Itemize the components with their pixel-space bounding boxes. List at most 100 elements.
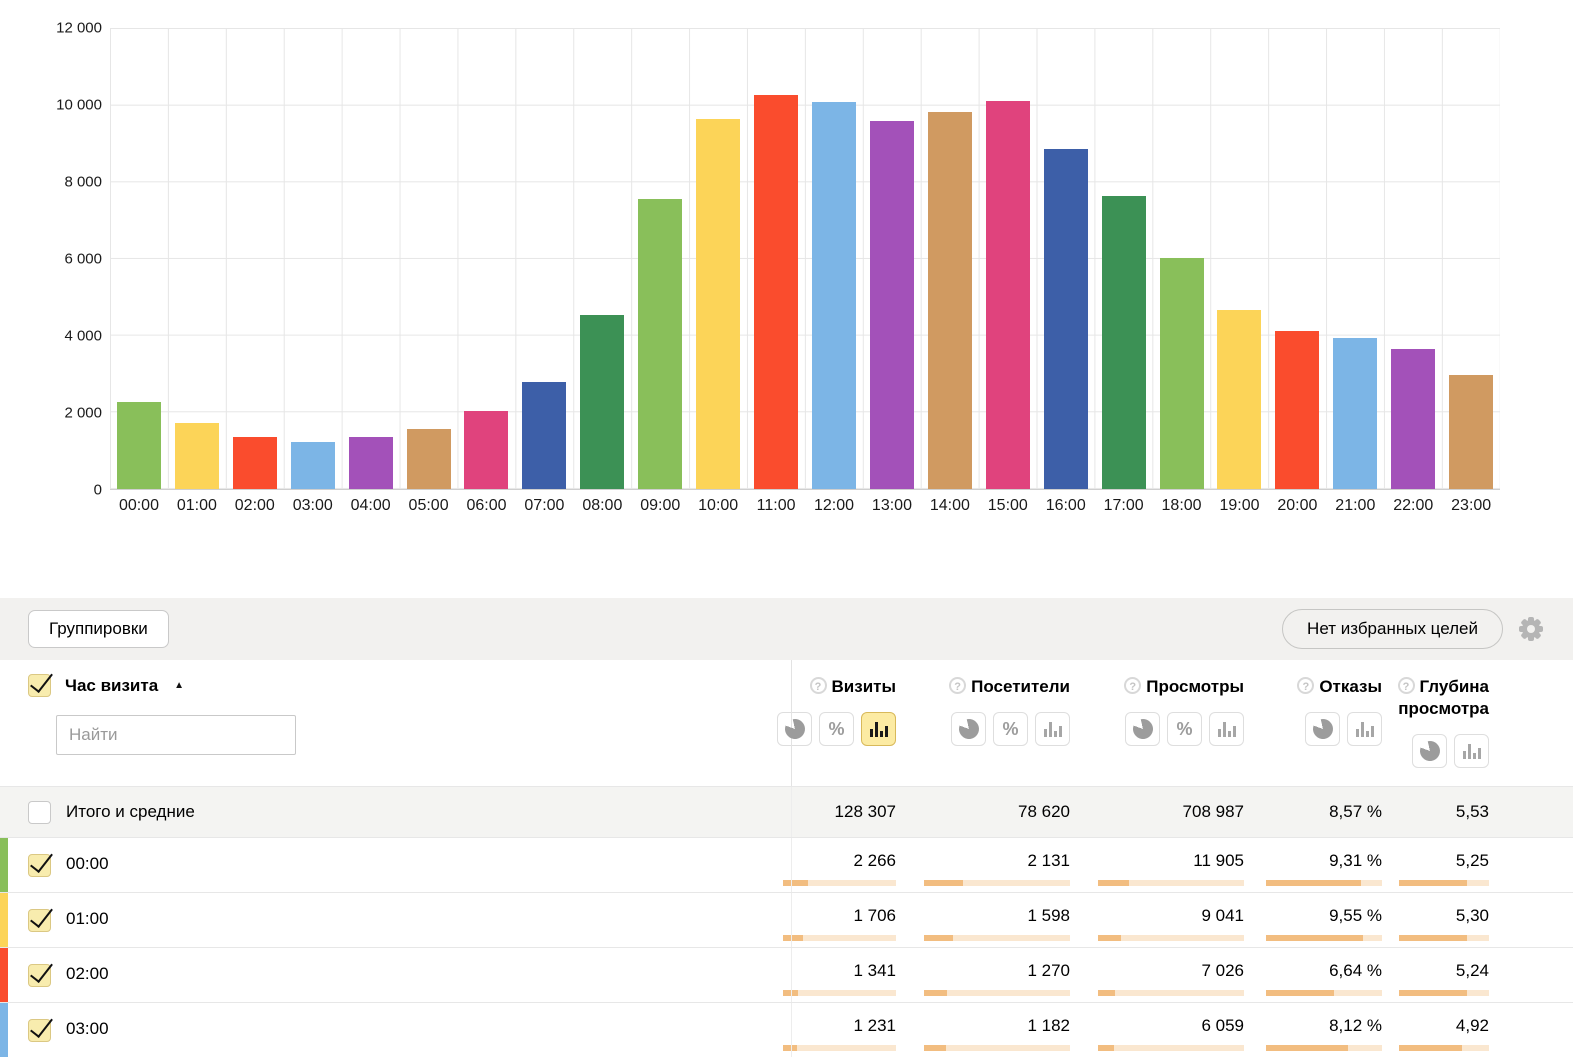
pie-view-button[interactable] <box>777 712 812 746</box>
help-icon[interactable]: ? <box>810 677 827 694</box>
row-checkbox[interactable] <box>28 854 51 877</box>
metric-cell: 9,31 % <box>1244 838 1382 892</box>
x-tick-label: 13:00 <box>863 497 921 515</box>
chart-bar-01:00[interactable] <box>175 423 219 489</box>
gear-icon[interactable] <box>1517 615 1545 643</box>
chart-bar-16:00[interactable] <box>1044 149 1088 489</box>
row-checkbox[interactable] <box>28 964 51 987</box>
metric-cell: 1 598 <box>896 893 1070 947</box>
chart-bar-14:00[interactable] <box>928 112 972 489</box>
chart-bar-13:00[interactable] <box>870 121 914 489</box>
view-mode-controls: % <box>951 712 1070 746</box>
chart-bar-10:00[interactable] <box>696 119 740 489</box>
percent-view-button[interactable]: % <box>993 712 1028 746</box>
chart-bar-04:00[interactable] <box>349 437 393 489</box>
view-mode-controls <box>1412 734 1489 768</box>
pie-view-button[interactable] <box>951 712 986 746</box>
metric-cell: 4,92 <box>1382 1003 1489 1057</box>
x-tick-label: 18:00 <box>1153 497 1211 515</box>
metric-cell: 1 341 <box>762 948 896 1002</box>
column-title[interactable]: ?Посетители <box>949 676 1070 698</box>
row-checkbox[interactable] <box>28 1019 51 1042</box>
y-tick-label: 10 000 <box>0 97 102 114</box>
percent-view-button[interactable]: % <box>819 712 854 746</box>
row-label: 03:00 <box>66 1019 109 1039</box>
chart-bar-11:00[interactable] <box>754 95 798 489</box>
column-title[interactable]: ?Визиты <box>810 676 896 698</box>
totals-label: Итого и средние <box>66 802 195 822</box>
y-tick-label: 4 000 <box>0 328 102 345</box>
search-input[interactable] <box>56 715 296 755</box>
chart-bar-15:00[interactable] <box>986 101 1030 489</box>
chart-bar-23:00[interactable] <box>1449 375 1493 489</box>
totals-checkbox[interactable] <box>28 801 51 824</box>
chart-bar-20:00[interactable] <box>1275 331 1319 489</box>
no-favorite-goals-button[interactable]: Нет избранных целей <box>1282 609 1503 649</box>
bars-view-button[interactable] <box>861 712 896 746</box>
view-mode-controls: % <box>777 712 896 746</box>
totals-value: 128 307 <box>762 802 896 822</box>
chart-bar-07:00[interactable] <box>522 382 566 489</box>
chart-bar-06:00[interactable] <box>464 411 508 489</box>
column-header-Просмотры: ?Просмотры% <box>1070 660 1244 786</box>
chart-bar-19:00[interactable] <box>1217 310 1261 489</box>
pie-view-button[interactable] <box>1412 734 1447 768</box>
x-tick-label: 06:00 <box>458 497 516 515</box>
chart-plot-area <box>110 28 1500 490</box>
pie-view-button[interactable] <box>1125 712 1160 746</box>
y-tick-label: 12 000 <box>0 20 102 37</box>
x-tick-label: 19:00 <box>1211 497 1269 515</box>
metric-cell: 9,55 % <box>1244 893 1382 947</box>
x-tick-label: 02:00 <box>226 497 284 515</box>
column-title[interactable]: ?Глубина просмотра <box>1382 676 1489 720</box>
bars-view-button[interactable] <box>1454 734 1489 768</box>
pie-view-button[interactable] <box>1305 712 1340 746</box>
x-tick-label: 22:00 <box>1384 497 1442 515</box>
dimension-header[interactable]: Час визита <box>65 676 158 696</box>
metric-cell: 11 905 <box>1070 838 1244 892</box>
bars-view-button[interactable] <box>1209 712 1244 746</box>
x-tick-label: 20:00 <box>1268 497 1326 515</box>
chart-bar-18:00[interactable] <box>1160 258 1204 489</box>
chart-bar-05:00[interactable] <box>407 429 451 489</box>
metric-cell: 1 706 <box>762 893 896 947</box>
select-all-checkbox[interactable] <box>28 674 51 697</box>
x-tick-label: 14:00 <box>921 497 979 515</box>
chart-bar-09:00[interactable] <box>638 199 682 489</box>
row-color-strip <box>0 838 8 892</box>
chart-bar-21:00[interactable] <box>1333 338 1377 489</box>
chart-bar-22:00[interactable] <box>1391 349 1435 489</box>
chart-bar-08:00[interactable] <box>580 315 624 489</box>
column-header-Визиты: ?Визиты% <box>762 660 896 786</box>
bars-view-button[interactable] <box>1035 712 1070 746</box>
row-checkbox[interactable] <box>28 909 51 932</box>
metric-cell: 5,24 <box>1382 948 1489 1002</box>
chart-bar-03:00[interactable] <box>291 442 335 489</box>
bars-view-button[interactable] <box>1347 712 1382 746</box>
groupings-button[interactable]: Группировки <box>28 610 169 648</box>
chart-bar-17:00[interactable] <box>1102 196 1146 489</box>
chart-bar-02:00[interactable] <box>233 437 277 489</box>
row-color-strip <box>0 1003 8 1057</box>
visits-by-hour-chart: 12 00010 0008 0006 0004 0002 0000 00:000… <box>0 0 1573 598</box>
y-tick-label: 2 000 <box>0 405 102 422</box>
help-icon[interactable]: ? <box>1124 677 1141 694</box>
metric-cell: 1 270 <box>896 948 1070 1002</box>
row-color-strip <box>0 893 8 947</box>
x-tick-label: 21:00 <box>1326 497 1384 515</box>
help-icon[interactable]: ? <box>949 677 966 694</box>
column-title[interactable]: ?Просмотры <box>1124 676 1244 698</box>
percent-view-button[interactable]: % <box>1167 712 1202 746</box>
chart-bar-00:00[interactable] <box>117 402 161 489</box>
sort-ascending-icon[interactable]: ▲ <box>174 680 184 691</box>
metric-cell: 2 266 <box>762 838 896 892</box>
chart-bar-12:00[interactable] <box>812 102 856 489</box>
help-icon[interactable]: ? <box>1297 677 1314 694</box>
column-title[interactable]: ?Отказы <box>1297 676 1382 698</box>
y-tick-label: 8 000 <box>0 174 102 191</box>
metric-cell: 6,64 % <box>1244 948 1382 1002</box>
x-tick-label: 04:00 <box>342 497 400 515</box>
metric-cell: 5,30 <box>1382 893 1489 947</box>
x-tick-label: 03:00 <box>284 497 342 515</box>
help-icon[interactable]: ? <box>1398 677 1415 694</box>
